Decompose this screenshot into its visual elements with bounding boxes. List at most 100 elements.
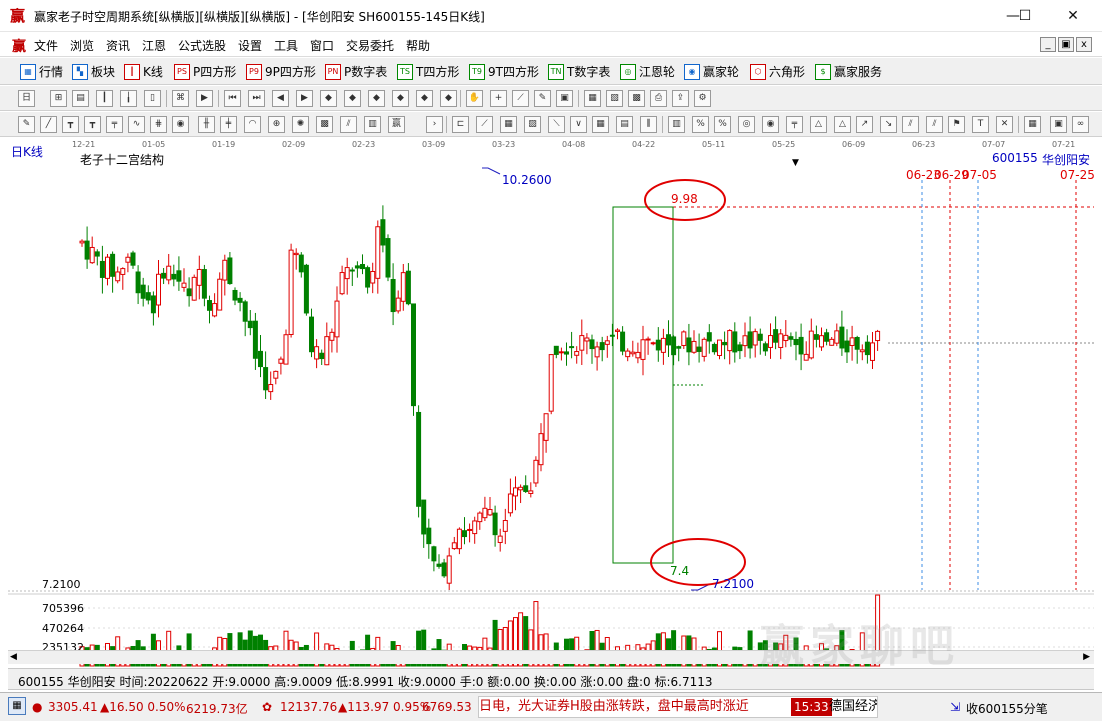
up-diamond-icon[interactable]: ◆: [320, 90, 337, 107]
ellipse-tool-icon[interactable]: ▦: [500, 116, 517, 133]
sector-button[interactable]: ▚ 板块: [72, 62, 115, 81]
news-ticker[interactable]: 日电，光大证券H股由涨转跌，盘中最高时涨近 15:33 德国经济研究机: [478, 696, 878, 718]
left-diamond-icon[interactable]: ◆: [368, 90, 385, 107]
chart-tool-icon-1[interactable]: ⊞: [50, 90, 67, 107]
zigzag-tool-icon[interactable]: ∨: [570, 116, 587, 133]
period-dropdown-icon[interactable]: 日: [18, 90, 35, 107]
chart-tool-icon-5[interactable]: ▯: [144, 90, 161, 107]
scroll-left-icon[interactable]: ◀: [10, 652, 17, 662]
menu-browse[interactable]: 浏览: [70, 37, 94, 54]
cross-tool-icon[interactable]: ✕: [996, 116, 1013, 133]
grid-pattern-icon[interactable]: ▩: [316, 116, 333, 133]
hand-icon[interactable]: ✋: [466, 90, 483, 107]
winner-mark-icon[interactable]: 赢: [388, 116, 405, 133]
chart-canvas[interactable]: 12-21 01-05 01-19 02-09 02-23 03-09 03-23 04-08…: [8, 138, 1094, 667]
channel-icon[interactable]: ▥: [364, 116, 381, 133]
menu-gann[interactable]: 江恩: [142, 37, 166, 54]
period-label[interactable]: 日K线: [11, 143, 43, 160]
box-tool-icon[interactable]: ▦: [592, 116, 609, 133]
gann-wheel-button[interactable]: ◎ 江恩轮: [620, 62, 675, 81]
t-square-button[interactable]: TS T四方形: [397, 62, 459, 81]
kline-button[interactable]: ┃ K线: [124, 62, 163, 81]
options-icon[interactable]: ⚙: [694, 90, 711, 107]
stats-tool-icon[interactable]: ▥: [668, 116, 685, 133]
crosshair-icon[interactable]: +: [490, 90, 507, 107]
calendar-icon[interactable]: ▦: [584, 90, 601, 107]
chart-tool-icon-4[interactable]: ╽: [120, 90, 137, 107]
percent-icon[interactable]: %: [714, 116, 731, 133]
quotes-button[interactable]: ▦ 行情: [20, 62, 63, 81]
trend-icon[interactable]: ⟋: [512, 90, 529, 107]
fan-lines-icon[interactable]: ⫽: [340, 116, 357, 133]
draw-tool-icon[interactable]: ✎: [534, 90, 551, 107]
dropdown-arrow-icon[interactable]: ▼: [792, 158, 799, 168]
draw-line-icon[interactable]: ╱: [40, 116, 57, 133]
down-arrow-tool-icon[interactable]: ↘: [880, 116, 897, 133]
ray-tool-icon[interactable]: ▨: [524, 116, 541, 133]
first-bar-icon[interactable]: ⏮: [224, 90, 241, 107]
fib-icon[interactable]: ╪: [220, 116, 237, 133]
fan-tool-icon[interactable]: ⟋: [476, 116, 493, 133]
table-tool-icon[interactable]: ▤: [616, 116, 633, 133]
menu-settings[interactable]: 设置: [238, 37, 262, 54]
more-tools-icon[interactable]: ›: [426, 116, 443, 133]
p-table-button[interactable]: PN P数字表: [325, 62, 387, 81]
target-icon[interactable]: ⊕: [268, 116, 285, 133]
zoom-out-diamond-icon[interactable]: ◆: [440, 90, 457, 107]
9p-square-button[interactable]: P9 9P四方形: [246, 62, 316, 81]
menu-formula[interactable]: 公式选股: [178, 37, 226, 54]
zoom-in-diamond-icon[interactable]: ◆: [416, 90, 433, 107]
pen-icon[interactable]: ✎: [18, 116, 35, 133]
delta-tool-icon[interactable]: △: [834, 116, 851, 133]
rect-tool-icon[interactable]: ⊏: [452, 116, 469, 133]
export-icon[interactable]: ⇪: [672, 90, 689, 107]
scroll-right-icon[interactable]: ▶: [1083, 652, 1090, 662]
9t-square-button[interactable]: T9 9T四方形: [469, 62, 539, 81]
up-arrow-tool-icon[interactable]: ↗: [856, 116, 873, 133]
grid-icon[interactable]: ▦: [8, 697, 26, 715]
gann-fan-icon[interactable]: ┳: [62, 116, 79, 133]
close-button[interactable]: ✕: [1050, 0, 1096, 32]
menu-info[interactable]: 资讯: [106, 37, 130, 54]
chart-tool-icon-7[interactable]: ▶: [196, 90, 213, 107]
marker-icon[interactable]: ◉: [172, 116, 189, 133]
scale-tool-icon[interactable]: ╤: [786, 116, 803, 133]
menu-tools[interactable]: 工具: [274, 37, 298, 54]
chart-tool-icon-2[interactable]: ▤: [72, 90, 89, 107]
cycle-icon[interactable]: ╤: [106, 116, 123, 133]
save-icon[interactable]: ▩: [628, 90, 645, 107]
speed-line-icon[interactable]: ⫽: [902, 116, 919, 133]
prev-bar-icon[interactable]: ◀: [272, 90, 289, 107]
print-icon[interactable]: ⎙: [650, 90, 667, 107]
menu-file[interactable]: 文件: [34, 37, 58, 54]
text-tool-icon[interactable]: T: [972, 116, 989, 133]
bars-icon[interactable]: ╫: [198, 116, 215, 133]
chart-horizontal-scrollbar[interactable]: ◀ ▶: [8, 650, 1094, 664]
p-square-button[interactable]: PS P四方形: [174, 62, 236, 81]
percent-fan-icon[interactable]: %: [692, 116, 709, 133]
down-diamond-icon[interactable]: ◆: [344, 90, 361, 107]
link-icon[interactable]: ∞: [1072, 116, 1089, 133]
chart-tool-icon-6[interactable]: ⌘: [172, 90, 189, 107]
mdi-restore-button[interactable]: ▣: [1058, 37, 1074, 52]
spiral-icon[interactable]: ✺: [292, 116, 309, 133]
level-tool-icon[interactable]: ⫼: [640, 116, 657, 133]
layout-switch-icon[interactable]: ▣: [1050, 116, 1067, 133]
winner-service-button[interactable]: $ 赢家服务: [815, 62, 882, 81]
triangle-tool-icon[interactable]: △: [810, 116, 827, 133]
flag-tool-icon[interactable]: ⚑: [948, 116, 965, 133]
next-bar-icon[interactable]: ▶: [296, 90, 313, 107]
menu-help[interactable]: 帮助: [406, 37, 430, 54]
layout-icon[interactable]: ▣: [556, 90, 573, 107]
gann-grid-icon[interactable]: ┳: [84, 116, 101, 133]
wave-icon[interactable]: ∿: [128, 116, 145, 133]
speed-arc-icon[interactable]: ⫽: [926, 116, 943, 133]
arc-icon[interactable]: ◠: [244, 116, 261, 133]
ticker-pin-icon[interactable]: ⇲: [950, 700, 960, 714]
arrow-tool-icon[interactable]: ⟍: [548, 116, 565, 133]
mdi-minimize-button[interactable]: _: [1040, 37, 1056, 52]
t-table-button[interactable]: TN T数字表: [548, 62, 610, 81]
data-icon[interactable]: ▧: [606, 90, 623, 107]
menu-trade[interactable]: 交易委托: [346, 37, 394, 54]
mdi-close-button[interactable]: x: [1076, 37, 1092, 52]
